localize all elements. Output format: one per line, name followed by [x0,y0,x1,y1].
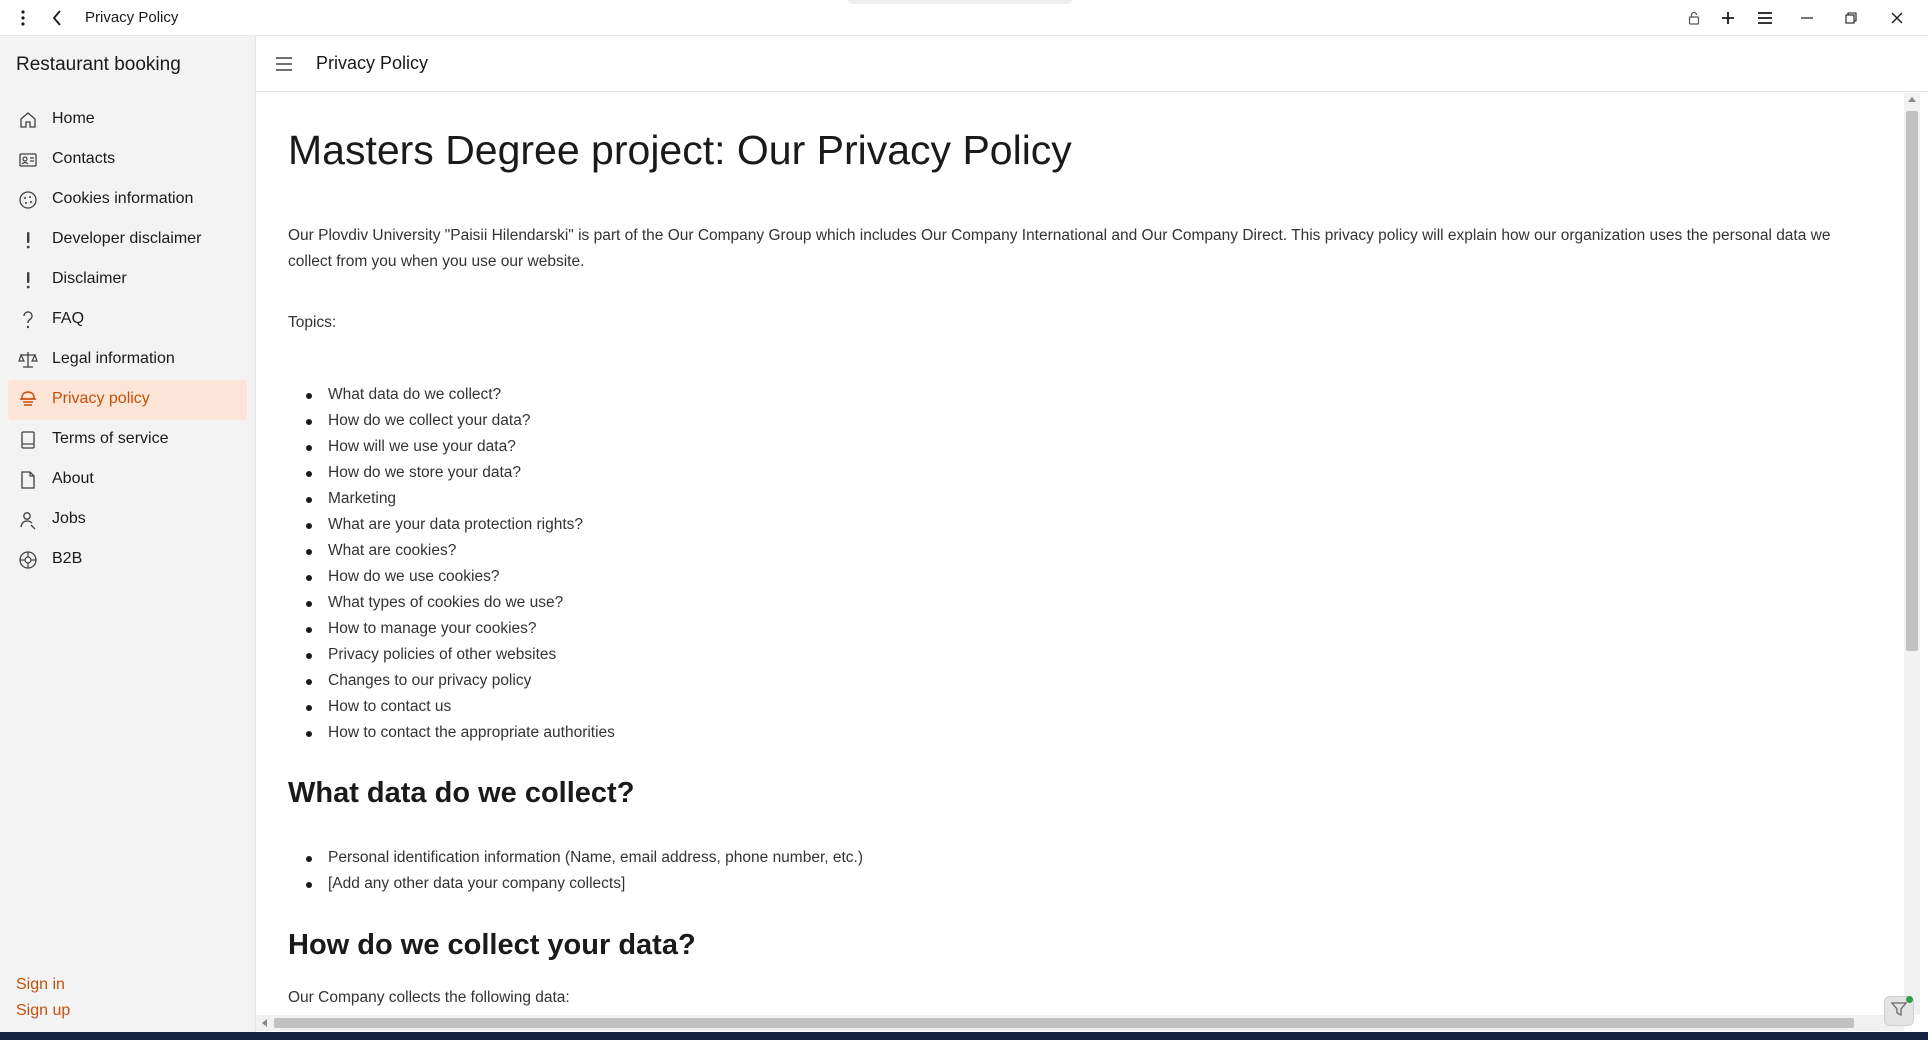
list-item: What types of cookies do we use? [306,590,615,616]
exclamation-icon [18,230,38,250]
document-icon [18,430,38,450]
status-dot [1906,996,1913,1003]
list-item: Changes to our privacy policy [306,668,615,694]
page-icon [18,470,38,490]
list-item: How do we collect your data? [306,408,615,434]
section-heading-data-collected: What data do we collect? [288,777,635,809]
horizontal-scroll-thumb[interactable] [274,1018,1854,1028]
sidebar-item-contacts[interactable]: Contacts [8,140,247,180]
collect-paragraph: Our Company collects the following data: [288,989,570,1006]
sidebar-item-privacy-policy[interactable]: Privacy policy [8,380,247,420]
sign-in-link[interactable]: Sign in [16,976,65,994]
sidebar-item-faq[interactable]: FAQ [8,300,247,340]
header-title: Privacy Policy [316,53,429,73]
question-icon [18,310,38,330]
list-item: What are cookies? [306,538,615,564]
more-options-icon[interactable] [10,0,36,36]
sidebar-item-developer-disclaimer[interactable]: Developer disclaimer [8,220,247,260]
sidebar-item-label: Privacy policy [52,390,150,407]
privacy-icon [18,390,38,410]
cookie-icon [18,190,38,210]
list-item: How to manage your cookies? [306,616,615,642]
minimize-icon[interactable] [1790,0,1824,36]
hamburger-menu-icon[interactable] [274,54,294,74]
sidebar-item-label: Cookies information [52,190,194,207]
sidebar-item-legal-information[interactable]: Legal information [8,340,247,380]
sidebar-item-label: Contacts [52,150,116,167]
list-item: [Add any other data your company collect… [305,871,863,897]
content-area[interactable]: Masters Degree project: Our Privacy Poli… [256,93,1904,1015]
list-item: Personal identification information (Nam… [305,845,863,871]
scroll-up-arrow-icon[interactable] [1908,97,1916,102]
close-icon[interactable] [1880,0,1914,36]
sidebar-item-label: Home [52,110,95,127]
home-icon [18,110,38,130]
sidebar-item-terms-of-service[interactable]: Terms of service [8,420,247,460]
horizontal-scrollbar[interactable] [256,1015,1904,1031]
menu-lines-icon[interactable] [1752,0,1778,36]
data-collected-list: Personal identification information (Nam… [305,845,863,897]
sidebar-item-label: B2B [52,550,83,567]
list-item: What data do we collect? [306,382,615,408]
page-header: Privacy Policy [256,36,1928,92]
list-item: How do we store your data? [306,460,615,486]
list-item: Marketing [306,486,615,512]
sidebar-item-label: FAQ [52,310,85,327]
window-title: Privacy Policy [85,9,179,26]
sidebar-item-label: Developer disclaimer [52,230,202,247]
app-title: Restaurant booking [16,54,181,75]
scroll-left-arrow-icon[interactable] [262,1019,267,1027]
sidebar-item-jobs[interactable]: Jobs [8,500,247,540]
sidebar-item-about[interactable]: About [8,460,247,500]
list-item: How to contact us [306,694,615,720]
contact-card-icon [18,150,38,170]
topics-label: Topics: [288,314,337,331]
back-arrow-icon[interactable] [44,0,70,36]
globe-icon [18,550,38,570]
sidebar-item-label: Jobs [52,510,86,527]
restore-icon[interactable] [1834,0,1868,36]
sidebar-item-label: About [52,470,94,487]
list-item: How do we use cookies? [306,564,615,590]
sidebar-item-b2b[interactable]: B2B [8,540,247,580]
sidebar-item-label: Terms of service [52,430,169,447]
vertical-scroll-thumb[interactable] [1906,111,1918,651]
sidebar-item-home[interactable]: Home [8,100,247,140]
sidebar: Restaurant booking Home Contacts Cookies… [0,36,256,1032]
sign-up-link[interactable]: Sign up [16,1002,70,1020]
title-bar-notch [848,0,1072,4]
list-item: Privacy policies of other websites [306,642,615,668]
intro-paragraph: Our Plovdiv University "Paisii Hilendars… [288,227,1831,270]
sidebar-item-disclaimer[interactable]: Disclaimer [8,260,247,300]
title-bar: Privacy Policy [0,0,1928,36]
plus-icon[interactable] [1716,0,1740,36]
filter-icon [1890,1001,1908,1022]
lock-icon[interactable] [1682,0,1706,36]
sidebar-item-label: Legal information [52,350,175,367]
page-title: Masters Degree project: Our Privacy Poli… [288,127,1072,173]
person-icon [18,510,38,530]
list-item: How to contact the appropriate authoriti… [306,720,615,746]
list-item: How will we use your data? [306,434,615,460]
topics-list: What data do we collect? How do we colle… [306,382,615,746]
scales-icon [18,350,38,370]
section-heading-how-collect: How do we collect your data? [288,929,696,961]
exclamation-icon [18,270,38,290]
vertical-scrollbar[interactable] [1904,93,1920,1015]
sidebar-item-label: Disclaimer [52,270,127,287]
list-item: What are your data protection rights? [306,512,615,538]
sidebar-item-cookies-information[interactable]: Cookies information [8,180,247,220]
taskbar [0,1032,1928,1040]
